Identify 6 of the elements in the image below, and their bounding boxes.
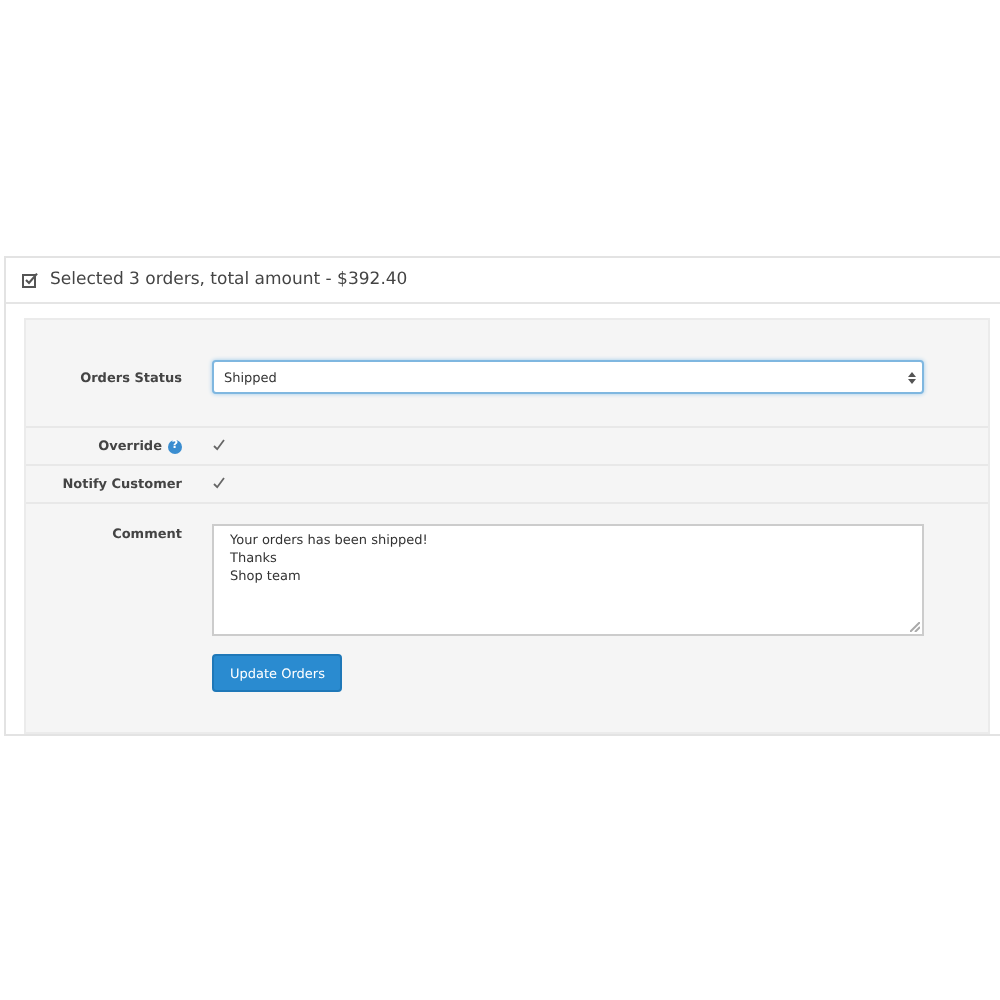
panel-title: Selected 3 orders, total amount - $392.40 [50, 270, 408, 290]
checkmark-icon[interactable] [212, 440, 226, 456]
resize-grip-icon[interactable] [910, 622, 920, 632]
select-arrows-icon [908, 371, 916, 383]
checkbox-icon [22, 272, 38, 288]
checkmark-icon[interactable] [212, 478, 226, 494]
